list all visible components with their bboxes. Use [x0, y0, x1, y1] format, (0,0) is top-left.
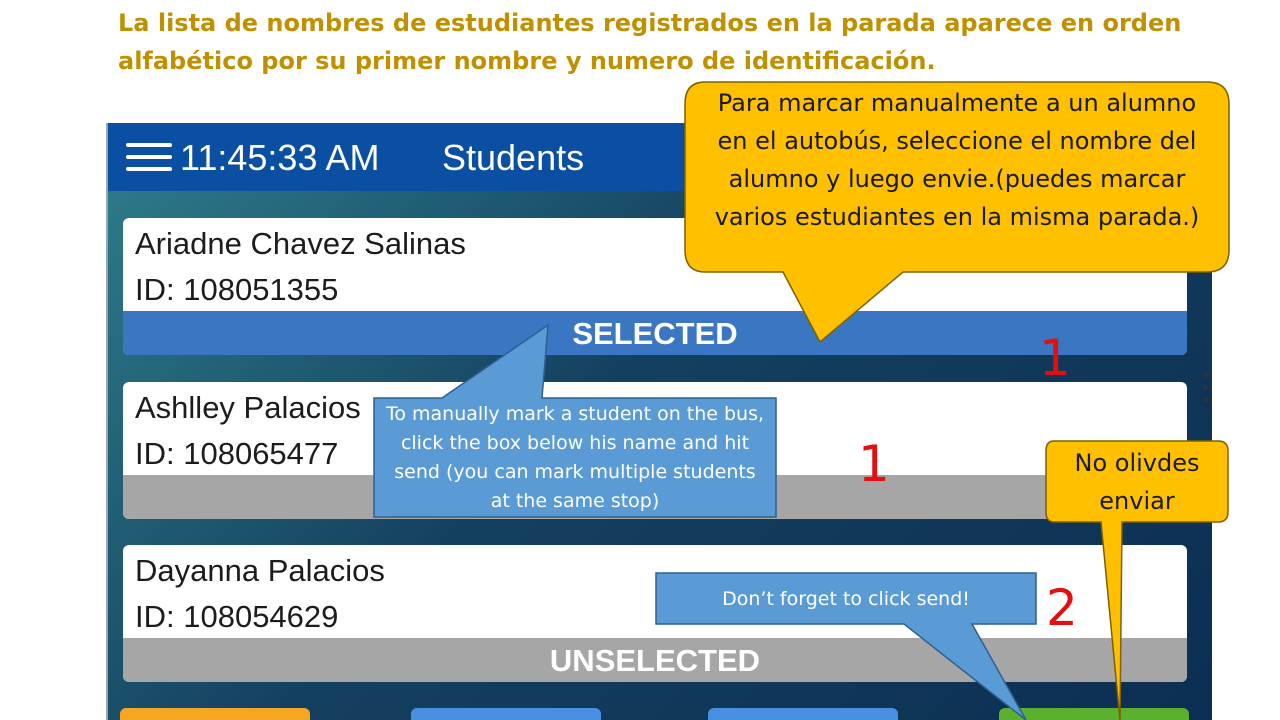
- student-id: ID: 108054629: [135, 599, 339, 634]
- clock: 11:45:33 AM: [180, 137, 380, 178]
- step-marker-1: 1: [858, 435, 890, 493]
- student-id: ID: 108065477: [135, 436, 339, 471]
- instruction-heading: La lista de nombres de estudiantes regis…: [118, 9, 1182, 75]
- hamburger-menu-icon[interactable]: [126, 143, 172, 173]
- step-marker-2: 2: [1046, 579, 1078, 637]
- callout-english-send-text: Don’t forget to click send!: [722, 588, 970, 610]
- student-name: Ariadne Chavez Salinas: [135, 226, 466, 261]
- callout-spanish-send-text: No olivdes enviar: [1074, 449, 1200, 515]
- bottom-button-1[interactable]: [120, 708, 310, 720]
- student-name: Dayanna Palacios: [135, 553, 385, 588]
- screen-title: Students: [442, 137, 585, 178]
- overflow-menu-icon[interactable]: [1203, 373, 1209, 409]
- step-marker-1: 1: [1039, 329, 1071, 387]
- student-id: ID: 108051355: [135, 272, 339, 307]
- bottom-button-2[interactable]: [411, 708, 601, 720]
- callout-english-manual-text: To manually mark a student on the bus, c…: [385, 403, 765, 512]
- callout-spanish-manual-text: Para marcar manualmente a un alumno en e…: [714, 89, 1200, 231]
- phone-edge: [106, 123, 108, 720]
- student-name: Ashlley Palacios: [135, 390, 361, 425]
